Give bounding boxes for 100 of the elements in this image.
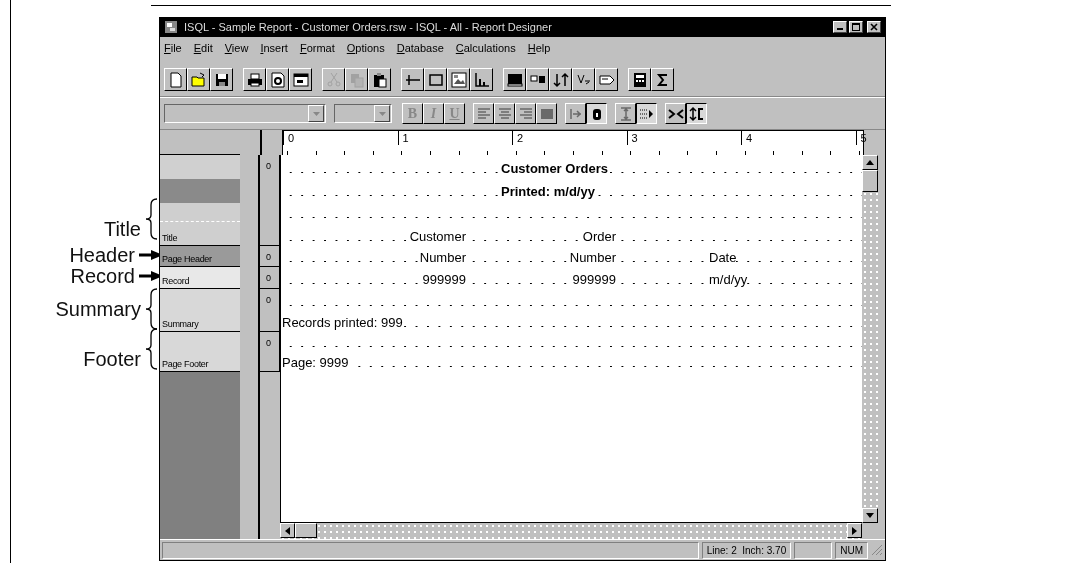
menu-item[interactable]: Options: [346, 42, 385, 54]
ruler-number: 0: [283, 131, 398, 145]
calculator-icon: [631, 71, 648, 88]
band-label: Title: [161, 233, 179, 245]
maximize-icon: [852, 23, 860, 31]
bar-chart-icon: [473, 71, 490, 88]
curly-brace: [145, 287, 159, 330]
band-label: Record: [161, 276, 191, 288]
left-arrow-icon: [285, 526, 290, 535]
ruler-number: 1: [397, 131, 512, 145]
vertical-scrollbar[interactable]: [862, 155, 878, 539]
ruler-number: 4: [741, 131, 856, 145]
picture-icon: [450, 71, 467, 88]
horizontal-scrollbar[interactable]: [280, 522, 862, 539]
menu-item[interactable]: View: [224, 42, 249, 54]
ruler-number: 0: [266, 338, 272, 348]
new-file-button[interactable]: [164, 68, 187, 91]
field-button[interactable]: [526, 68, 549, 91]
scroll-right-button[interactable]: [847, 523, 862, 538]
scroll-down-button[interactable]: [862, 508, 878, 523]
rectangle-icon: [427, 71, 444, 88]
menu-item[interactable]: Format: [299, 42, 335, 54]
text-tool-button[interactable]: [572, 68, 595, 91]
resize-grip-icon: [871, 544, 883, 556]
sort-button[interactable]: [549, 68, 572, 91]
scroll-left-button[interactable]: [280, 523, 295, 538]
text-wrap-button[interactable]: [636, 103, 657, 124]
close-icon: [870, 23, 878, 31]
band-selector[interactable]: Record: [160, 267, 240, 289]
menu-item[interactable]: Edit: [193, 42, 213, 54]
open-folder-button[interactable]: [187, 68, 210, 91]
open-folder-icon: [190, 71, 207, 88]
print-preview-button[interactable]: [266, 68, 289, 91]
band-selector[interactable]: Page Header: [160, 246, 240, 267]
ruler-number: 0: [266, 273, 272, 283]
menu-item[interactable]: Help: [527, 42, 551, 54]
clipboard-button[interactable]: [368, 68, 391, 91]
ruler-number: 3: [626, 131, 741, 145]
band-selector[interactable]: Title: [160, 155, 240, 246]
ruler-number: 0: [266, 295, 272, 305]
printer-button[interactable]: [243, 68, 266, 91]
scroll-thumb[interactable]: [295, 523, 317, 538]
right-arrow-icon: [852, 526, 857, 535]
window-icon: [292, 71, 309, 88]
annotation-label: Header: [69, 243, 135, 266]
window-button[interactable]: [289, 68, 312, 91]
filled-rectangle-button[interactable]: [503, 68, 526, 91]
dropdown-arrow-icon: [378, 111, 386, 116]
filled-rectangle-icon: [506, 71, 523, 88]
app-icon: [164, 20, 178, 34]
label-button[interactable]: [595, 68, 618, 91]
dropdown-arrow-icon: [312, 111, 320, 116]
calculator-button[interactable]: [628, 68, 651, 91]
align-left-icon: [475, 105, 492, 122]
annotation-label: Summary: [55, 297, 141, 320]
align-center-icon: [496, 105, 513, 122]
cursor-position: Line: 2 Inch: 3.70: [701, 541, 792, 559]
menu-item[interactable]: Database: [396, 42, 444, 54]
band-selector[interactable]: Page Footer: [160, 332, 240, 372]
picture-button[interactable]: [447, 68, 470, 91]
annotation-label: Record: [70, 265, 135, 287]
report-text: Records printed: 999: [282, 315, 403, 332]
band-label: Page Footer: [161, 359, 210, 371]
band-label: Page Header: [161, 254, 213, 266]
ruler-number: 2: [512, 131, 627, 145]
scroll-thumb[interactable]: [862, 170, 878, 192]
save-disk-button[interactable]: [210, 68, 233, 91]
band-selector[interactable]: Summary: [160, 289, 240, 332]
annotation-label: Title: [103, 218, 141, 240]
status-panel: [794, 541, 833, 559]
minimize-button[interactable]: [833, 21, 847, 33]
menu-item[interactable]: Insert: [260, 42, 288, 54]
copy-icon: [348, 71, 365, 88]
up-arrow-icon: [866, 160, 874, 165]
curly-brace: [145, 328, 159, 370]
squeeze-button[interactable]: [665, 103, 686, 124]
maximize-button[interactable]: [849, 21, 863, 33]
down-arrow-icon: [866, 513, 874, 518]
report-text: Page: 9999: [282, 355, 349, 372]
line-tool-button[interactable]: [401, 68, 424, 91]
ruler-number: 0: [266, 161, 272, 171]
num-lock-indicator: NUM: [835, 541, 868, 559]
align-right-icon: [517, 105, 534, 122]
window-title: ISQL - Sample Report - Customer Orders.rsw - ISQL - All - Report Designer: [184, 21, 553, 33]
printer-icon: [246, 71, 263, 88]
ruler-number: 0: [266, 252, 272, 262]
bar-chart-button[interactable]: [470, 68, 493, 91]
annotation-label: Footer: [83, 348, 141, 370]
expand-button[interactable]: [686, 103, 707, 124]
close-button[interactable]: [867, 21, 881, 33]
band-label: Summary: [161, 319, 200, 331]
rectangle-button[interactable]: [424, 68, 447, 91]
sigma-button[interactable]: [651, 68, 674, 91]
menu-item[interactable]: File: [164, 42, 182, 54]
new-file-icon: [167, 71, 184, 88]
scissors-icon: [325, 71, 342, 88]
menu-item[interactable]: Calculations: [455, 42, 516, 54]
clipboard-icon: [371, 71, 388, 88]
scroll-up-button[interactable]: [862, 155, 878, 170]
scrollbar-corner: [862, 523, 878, 539]
